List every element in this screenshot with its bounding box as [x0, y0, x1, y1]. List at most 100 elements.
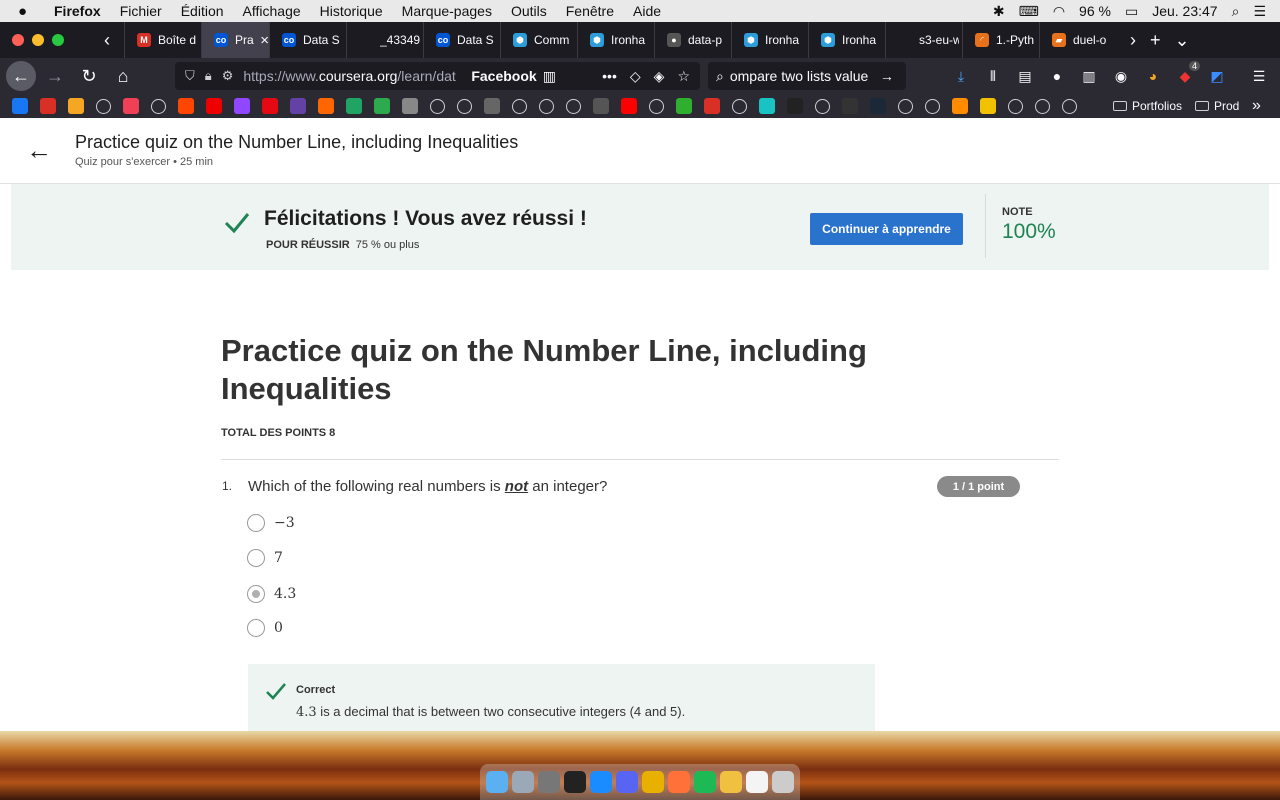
reload-button[interactable]: ↻ — [74, 61, 104, 91]
bookmark-globe-icon[interactable] — [457, 98, 472, 114]
tab-7[interactable]: ⬢ Ironha — [577, 22, 654, 58]
minimize-window-button[interactable] — [32, 34, 44, 46]
library-icon[interactable]: ⫴ — [982, 67, 1004, 85]
control-center-icon[interactable]: ☰ — [1253, 3, 1266, 20]
tag-icon[interactable]: ◈ — [654, 68, 665, 85]
url-bar[interactable]: ⛉ 🔒︎ ⚙ https://www.coursera.org/learn/da… — [175, 62, 700, 90]
answer-option-2[interactable]: 7 — [247, 548, 283, 568]
clock[interactable]: Jeu. 23:47 — [1152, 3, 1217, 19]
bookmark-favicon-icon[interactable] — [318, 98, 334, 114]
bookmark-favicon-icon[interactable] — [952, 98, 968, 114]
bookmark-favicon-icon[interactable] — [402, 98, 418, 114]
tab-12[interactable]: ◜ 1.-Pyth — [962, 22, 1039, 58]
dock-app-icon[interactable] — [564, 771, 586, 793]
bookmark-favicon-icon[interactable] — [206, 98, 222, 114]
extension-owl-icon[interactable]: ◕ — [1142, 67, 1164, 85]
bookmark-globe-icon[interactable] — [1062, 98, 1077, 114]
dock-app-icon[interactable] — [772, 771, 794, 793]
bookmark-globe-icon[interactable] — [898, 98, 913, 114]
tab-11[interactable]: s3-eu-wes — [885, 22, 962, 58]
bluetooth-icon[interactable]: ✱ — [993, 3, 1005, 20]
tab-8[interactable]: ● data-p — [654, 22, 731, 58]
answer-option-3[interactable]: 4.3 — [247, 584, 296, 604]
pocket-icon[interactable]: ◇ — [630, 68, 641, 85]
back-button[interactable]: ← — [6, 61, 36, 91]
close-tab-icon[interactable]: × — [260, 32, 269, 49]
search-bar[interactable]: ⌕ ompare two lists value → — [708, 62, 906, 90]
bookmark-folder-portfolios[interactable]: Portfolios — [1113, 94, 1182, 118]
bookmark-globe-icon[interactable] — [732, 98, 747, 114]
hamburger-menu-icon[interactable]: ☰ — [1248, 67, 1270, 85]
tab-scroll-left-icon[interactable]: ‹ — [104, 30, 110, 51]
lock-icon[interactable]: 🔒︎ — [205, 68, 212, 84]
bookmark-favicon-icon[interactable] — [870, 98, 886, 114]
tab-list-chevron-icon[interactable]: ⌄ — [1175, 30, 1190, 51]
dock-app-icon[interactable] — [538, 771, 560, 793]
radio-button[interactable] — [247, 619, 265, 637]
tab-2[interactable]: co Pra × — [201, 22, 269, 58]
tab-10[interactable]: ⬢ Ironha — [808, 22, 885, 58]
bookmark-favicon-icon[interactable] — [12, 98, 28, 114]
menu-historique[interactable]: Historique — [320, 3, 383, 19]
bookmark-globe-icon[interactable] — [1035, 98, 1050, 114]
battery-percent[interactable]: 96 % — [1079, 3, 1111, 19]
extension-blue-icon[interactable]: ◩ — [1206, 67, 1228, 85]
answer-option-1[interactable]: −3 — [247, 513, 295, 533]
forward-button[interactable]: → — [40, 61, 70, 91]
dock-app-icon[interactable] — [590, 771, 612, 793]
bookmark-favicon-icon[interactable] — [234, 98, 250, 114]
account-icon[interactable]: ● — [1046, 67, 1068, 85]
menu-edition[interactable]: Édition — [181, 3, 224, 19]
dock-app-icon[interactable] — [642, 771, 664, 793]
menu-affichage[interactable]: Affichage — [243, 3, 301, 19]
bookmarks-overflow-icon[interactable]: » — [1252, 94, 1261, 118]
dock-app-icon[interactable] — [746, 771, 768, 793]
permissions-icon[interactable]: ⚙ — [222, 68, 234, 84]
dock-app-icon[interactable] — [512, 771, 534, 793]
radio-button[interactable] — [247, 585, 265, 603]
tab-13[interactable]: ▰ duel-o — [1039, 22, 1116, 58]
radio-button[interactable] — [247, 514, 265, 532]
tab-4[interactable]: _4334954 — [346, 22, 423, 58]
bookmark-globe-icon[interactable] — [925, 98, 940, 114]
dock-app-icon[interactable] — [720, 771, 742, 793]
bookmark-favicon-icon[interactable] — [123, 98, 139, 114]
bookmark-favicon-icon[interactable] — [704, 98, 720, 114]
menu-fenetre[interactable]: Fenêtre — [566, 3, 614, 19]
tab-scroll-right-icon[interactable]: › — [1130, 30, 1136, 51]
menu-aide[interactable]: Aide — [633, 3, 661, 19]
extension-grid-icon[interactable]: ▥ — [1078, 67, 1100, 85]
search-text[interactable]: ompare two lists value — [730, 68, 880, 84]
bookmark-globe-icon[interactable] — [96, 98, 111, 114]
keyboard-icon[interactable]: ⌨ — [1019, 3, 1039, 20]
bookmark-favicon-icon[interactable] — [346, 98, 362, 114]
apple-icon[interactable]: ● — [18, 3, 36, 20]
ublock-icon[interactable]: ◆ 4 — [1174, 61, 1200, 85]
dock-app-icon[interactable] — [486, 771, 508, 793]
bookmark-favicon-icon[interactable] — [759, 98, 775, 114]
tab-1[interactable]: M Boîte d — [124, 22, 201, 58]
extension-eye-icon[interactable]: ◉ — [1110, 67, 1132, 85]
bookmark-globe-icon[interactable] — [649, 98, 664, 114]
answer-option-4[interactable]: 0 — [247, 618, 283, 638]
wifi-icon[interactable]: ◠ — [1053, 3, 1065, 20]
dock-app-icon[interactable] — [616, 771, 638, 793]
bookmark-globe-icon[interactable] — [512, 98, 527, 114]
shield-icon[interactable]: ⛉ — [185, 68, 195, 84]
bookmark-globe-icon[interactable] — [430, 98, 445, 114]
facebook-grid-icon[interactable]: ▥ — [543, 68, 556, 85]
spotlight-icon[interactable]: ⌕ — [1232, 3, 1240, 20]
back-arrow-icon[interactable]: ← — [26, 137, 52, 163]
bookmark-folder-prod[interactable]: Prod — [1195, 94, 1239, 118]
tab-3[interactable]: co Data S — [269, 22, 346, 58]
download-icon[interactable]: ⤓ — [950, 67, 972, 85]
bookmark-favicon-icon[interactable] — [787, 98, 803, 114]
menu-outils[interactable]: Outils — [511, 3, 547, 19]
bookmark-globe-icon[interactable] — [815, 98, 830, 114]
url-text[interactable]: https://www.coursera.org/learn/dat — [243, 68, 465, 84]
facebook-bookmark[interactable]: Facebook — [471, 68, 536, 84]
menu-fichier[interactable]: Fichier — [120, 3, 162, 19]
close-window-button[interactable] — [12, 34, 24, 46]
menu-marque-pages[interactable]: Marque-pages — [402, 3, 492, 19]
home-button[interactable]: ⌂ — [108, 61, 138, 91]
